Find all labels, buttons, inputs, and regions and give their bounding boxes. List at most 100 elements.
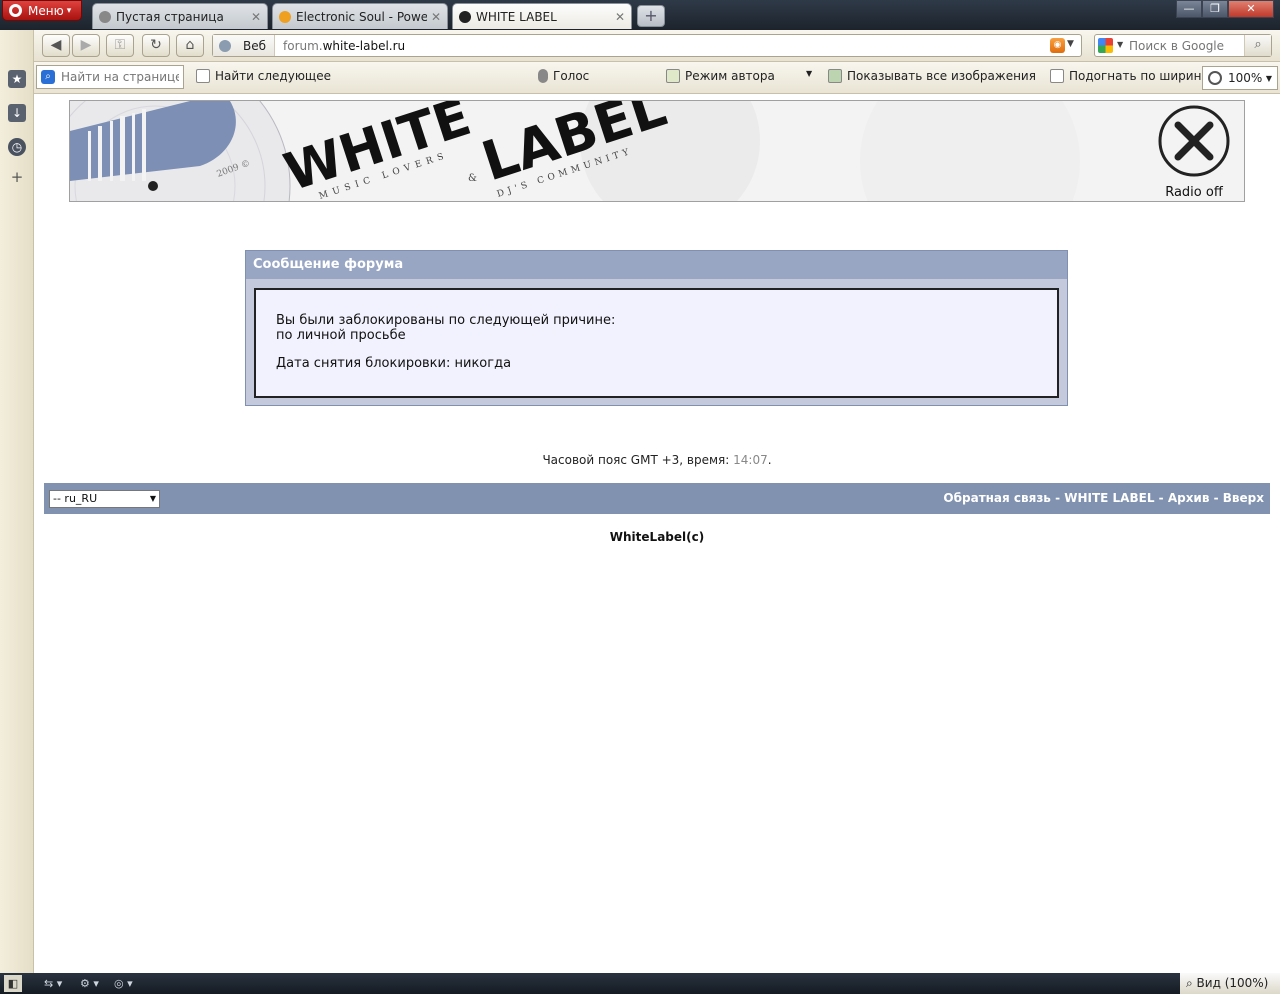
fit-width-button[interactable]: Подогнать по ширине bbox=[1050, 69, 1209, 83]
banner-graphic: 2009 © WHITE LABEL MUSIC LOVERS & DJ'S C… bbox=[70, 101, 1244, 201]
minimize-button[interactable]: — bbox=[1176, 0, 1202, 18]
widgets-icon[interactable]: ◎ ▾ bbox=[114, 975, 133, 992]
image-icon bbox=[828, 69, 842, 83]
find-next-button[interactable]: Найти следующее bbox=[196, 69, 331, 83]
white-label-link[interactable]: WHITE LABEL bbox=[1064, 491, 1154, 505]
secondary-toolbar: ⌕ Найти следующее Голос Режим автора ▼ П… bbox=[34, 62, 1280, 94]
link-separator: - bbox=[1050, 491, 1065, 505]
turbo-icon[interactable]: ⇆ ▾ bbox=[44, 975, 62, 992]
status-zoom-label: Вид (100%) bbox=[1196, 976, 1269, 990]
ban-reason-intro: Вы были заблокированы по следующей причи… bbox=[276, 313, 616, 328]
feedback-link[interactable]: Обратная связь bbox=[943, 491, 1050, 505]
timezone-text: Часовой пояс GMT +3, время: bbox=[542, 453, 734, 467]
panel-toggle-icon[interactable]: ◧ bbox=[4, 975, 22, 992]
web-mode-indicator[interactable]: Веб bbox=[213, 35, 275, 56]
fit-width-icon bbox=[1050, 69, 1064, 83]
magnifier-icon: ⌕ bbox=[1186, 976, 1197, 990]
timezone-suffix: . bbox=[767, 453, 772, 467]
show-images-label: Показывать все изображения bbox=[847, 69, 1036, 83]
back-button[interactable]: ◀ bbox=[42, 34, 70, 57]
close-icon[interactable]: ✕ bbox=[251, 10, 261, 24]
zoom-select[interactable]: 100% ▼ bbox=[1202, 66, 1278, 90]
footer-links: Обратная связь - WHITE LABEL - Архив - В… bbox=[943, 491, 1264, 505]
tab-title: Electronic Soul - Power... bbox=[296, 9, 427, 24]
ban-reason: по личной просьбе bbox=[276, 328, 406, 343]
fit-width-label: Подогнать по ширине bbox=[1069, 69, 1209, 83]
radio-off-label: Radio off bbox=[1165, 185, 1224, 200]
show-images-button[interactable]: Показывать все изображения bbox=[828, 69, 1036, 83]
language-select[interactable]: -- ru_RU ▼ bbox=[49, 490, 160, 508]
google-logo-icon bbox=[1098, 38, 1113, 53]
forward-button[interactable]: ▶ bbox=[72, 34, 100, 57]
tagline-ampersand: & bbox=[468, 173, 477, 184]
author-mode-button[interactable]: Режим автора bbox=[666, 69, 775, 83]
search-icon[interactable]: ⌕ bbox=[1244, 35, 1271, 56]
url-text[interactable]: forum.white-label.ru bbox=[275, 39, 405, 53]
close-icon[interactable]: ✕ bbox=[615, 10, 625, 24]
new-tab-button[interactable]: + bbox=[637, 5, 665, 27]
search-input[interactable] bbox=[1129, 37, 1239, 54]
close-window-button[interactable]: ✕ bbox=[1228, 0, 1274, 18]
find-search-icon: ⌕ bbox=[41, 70, 55, 84]
url-host: white-label.ru bbox=[322, 38, 406, 53]
magnifier-icon bbox=[1208, 71, 1222, 85]
tab-empty-page[interactable]: Пустая страница ✕ bbox=[92, 3, 268, 29]
find-in-page-box[interactable]: ⌕ bbox=[36, 65, 184, 89]
google-search-box[interactable]: ▼ ⌕ bbox=[1094, 34, 1272, 57]
bookmarks-icon[interactable]: ★ bbox=[8, 70, 26, 88]
footer-bar: -- ru_RU ▼ Обратная связь - WHITE LABEL … bbox=[44, 483, 1270, 514]
voice-label: Голос bbox=[553, 69, 590, 83]
add-panel-icon[interactable]: + bbox=[8, 168, 26, 186]
link-separator: - bbox=[1154, 491, 1168, 505]
unite-icon[interactable]: ⚙ ▾ bbox=[80, 975, 99, 992]
close-icon[interactable]: ✕ bbox=[431, 10, 441, 24]
tab-title: Пустая страница bbox=[116, 9, 224, 24]
top-link[interactable]: Вверх bbox=[1223, 491, 1264, 505]
opera-menu-button[interactable]: Меню ▾ bbox=[2, 0, 82, 21]
zoom-value: 100% bbox=[1228, 71, 1263, 85]
home-button[interactable]: ⌂ bbox=[176, 34, 204, 57]
find-next-icon bbox=[196, 69, 210, 83]
copyright: WhiteLabel(c) bbox=[609, 530, 705, 544]
site-banner[interactable]: 2009 © WHITE LABEL MUSIC LOVERS & DJ'S C… bbox=[69, 100, 1245, 202]
archive-link[interactable]: Архив bbox=[1168, 491, 1210, 505]
message-body: Вы были заблокированы по следующей причи… bbox=[254, 288, 1059, 398]
site-favicon-icon bbox=[279, 10, 291, 23]
chevron-down-icon: ▼ bbox=[149, 494, 156, 503]
address-field[interactable]: Веб forum.white-label.ru bbox=[212, 34, 1082, 57]
tab-title: WHITE LABEL bbox=[476, 9, 557, 24]
url-prefix: forum. bbox=[283, 38, 323, 53]
wand-key-button[interactable]: ⚿ bbox=[106, 34, 134, 57]
find-input[interactable] bbox=[61, 70, 179, 84]
author-mode-icon bbox=[666, 69, 680, 83]
tab-electronic-soul[interactable]: Electronic Soul - Power... ✕ bbox=[272, 3, 448, 29]
downloads-icon[interactable]: ↓ bbox=[8, 104, 26, 122]
reload-button[interactable]: ↻ bbox=[142, 34, 170, 57]
chevron-down-icon: ▾ bbox=[66, 5, 72, 16]
author-mode-label: Режим автора bbox=[685, 69, 775, 83]
rss-feed-icon[interactable]: ◉ bbox=[1050, 38, 1065, 53]
status-zoom[interactable]: ⌕ Вид (100%) bbox=[1180, 973, 1280, 994]
maximize-button[interactable]: ❐ bbox=[1202, 0, 1228, 18]
ban-end-date: Дата снятия блокировки: никогда bbox=[276, 356, 512, 371]
timezone-line: Часовой пояс GMT +3, время: 14:07. bbox=[34, 453, 1280, 467]
tab-white-label[interactable]: WHITE LABEL ✕ bbox=[452, 3, 632, 29]
browser-sidebar: ★ ↓ ◷ + bbox=[0, 30, 34, 973]
voice-button[interactable]: Голос bbox=[538, 69, 589, 83]
chevron-down-icon: ▼ bbox=[1265, 73, 1272, 83]
web-mode-label: Веб bbox=[243, 38, 267, 53]
address-toolbar: ◀ ▶ ⚿ ↻ ⌂ Веб forum.white-label.ru ◉ ▼ ▼… bbox=[34, 30, 1280, 62]
current-time: 14:07 bbox=[733, 453, 768, 467]
author-mode-dropdown-icon[interactable]: ▼ bbox=[806, 69, 812, 78]
history-icon[interactable]: ◷ bbox=[8, 138, 26, 156]
page-viewport: 2009 © WHITE LABEL MUSIC LOVERS & DJ'S C… bbox=[34, 94, 1280, 973]
search-engine-dropdown-icon[interactable]: ▼ bbox=[1117, 40, 1123, 49]
vinyl-favicon-icon bbox=[459, 10, 471, 23]
speed-dial-icon bbox=[99, 10, 111, 23]
language-value: -- ru_RU bbox=[53, 492, 98, 505]
message-title: Сообщение форума bbox=[246, 251, 1067, 279]
forum-message-box: Сообщение форума Вы были заблокированы п… bbox=[245, 250, 1068, 406]
title-bar: Меню ▾ Пустая страница ✕ Electronic Soul… bbox=[0, 0, 1280, 30]
address-dropdown-icon[interactable]: ▼ bbox=[1067, 39, 1074, 49]
menu-label: Меню bbox=[28, 3, 64, 18]
